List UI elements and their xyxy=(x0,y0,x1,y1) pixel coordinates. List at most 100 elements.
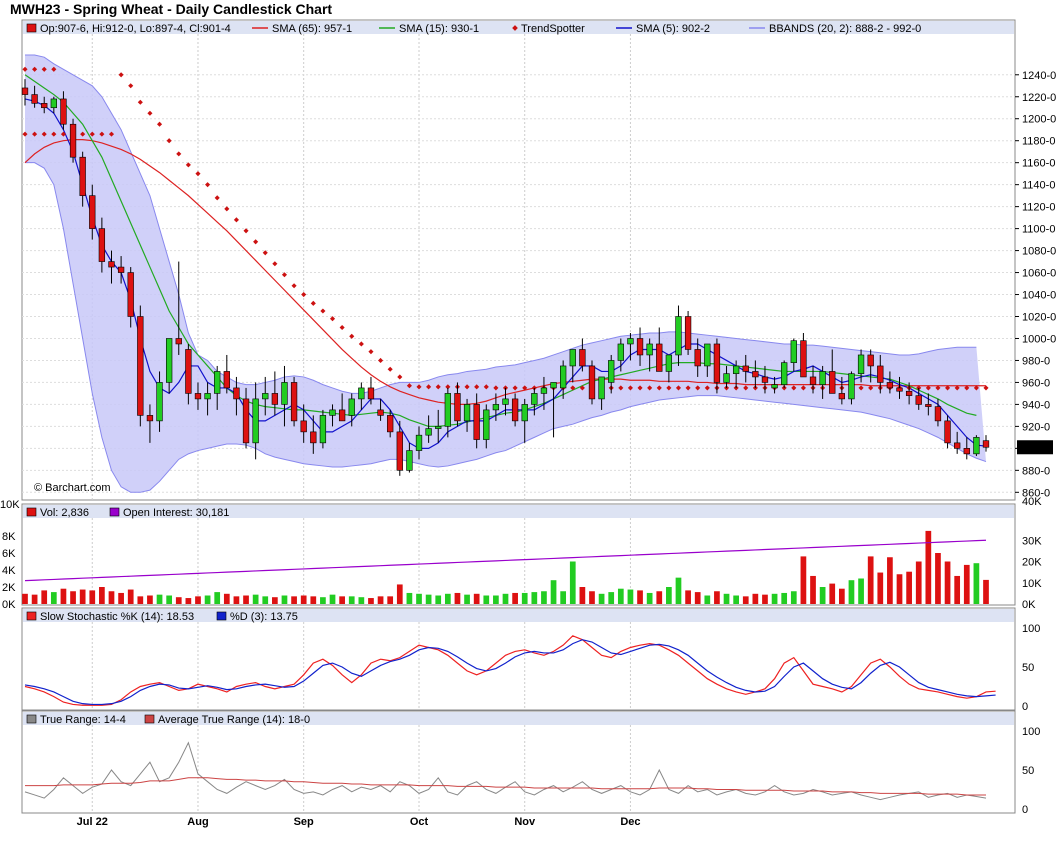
price-tick-label: 1080-0 xyxy=(1022,246,1056,258)
x-tick-label: Dec xyxy=(620,816,640,828)
volume-bar xyxy=(281,595,288,604)
price-tick-label: 1240-0 xyxy=(1022,70,1056,82)
volume-bar xyxy=(781,592,788,604)
volume-bar xyxy=(377,596,384,604)
volume-bar xyxy=(733,595,739,604)
vol-tick-label: 4K xyxy=(2,565,16,577)
candle-body xyxy=(732,365,740,374)
volume-bar xyxy=(233,596,240,604)
volume-bar xyxy=(79,589,86,604)
stoch-tick-label: 50 xyxy=(1022,662,1034,674)
volume-bar xyxy=(185,598,192,604)
barchart-watermark: © Barchart.com xyxy=(34,482,111,494)
volume-bar xyxy=(589,591,595,604)
volume-bar xyxy=(444,593,451,604)
volume-bar xyxy=(800,556,807,604)
chart-canvas[interactable]: Jul 22AugSepOctNovDec860-0880-0900-0920-… xyxy=(0,0,1060,851)
legend-swatch xyxy=(26,507,37,517)
candle-body xyxy=(89,195,96,229)
volume-bar xyxy=(656,591,663,604)
volume-bar xyxy=(598,593,605,604)
candle-body xyxy=(396,431,403,471)
panel-stoch xyxy=(21,607,1016,711)
candle-body xyxy=(252,398,259,444)
candle-body xyxy=(233,387,240,400)
candle-body xyxy=(79,156,86,196)
price-tick-label: 880-0 xyxy=(1022,465,1050,477)
volume-bar xyxy=(22,593,28,604)
legend-label: Average True Range (14): 18-0 xyxy=(158,714,310,726)
legend-swatch xyxy=(26,23,37,33)
price-tick-label: 1220-0 xyxy=(1022,92,1056,104)
tr-tick-label: 100 xyxy=(1022,726,1040,738)
legend-swatch xyxy=(26,611,37,621)
candle-body xyxy=(915,395,922,405)
volume-bar xyxy=(685,590,691,604)
legend-label: Slow Stochastic %K (14): 18.53 xyxy=(40,611,194,623)
candle-body xyxy=(656,343,663,372)
legend-label: SMA (15): 930-1 xyxy=(399,23,479,35)
candle-body xyxy=(973,437,980,455)
volume-bar xyxy=(300,595,307,604)
candle-body xyxy=(165,338,173,383)
candle-body xyxy=(415,434,423,451)
volume-bar xyxy=(339,596,345,604)
vol-tick-label: 8K xyxy=(2,531,16,543)
price-tick-label: 1100-0 xyxy=(1022,224,1055,236)
volume-bar xyxy=(464,594,470,604)
volume-bar xyxy=(406,592,413,604)
candle-body xyxy=(281,382,288,405)
candle-body xyxy=(319,415,327,444)
candle-body xyxy=(857,354,865,374)
candle-body xyxy=(704,343,711,367)
volume-bar xyxy=(906,571,912,604)
volume-bar xyxy=(41,590,48,604)
candle-body xyxy=(387,415,394,433)
candle-body xyxy=(867,354,874,367)
candle-body xyxy=(723,373,730,383)
volume-bar xyxy=(790,591,797,604)
volume-bar xyxy=(915,561,922,604)
candle-body xyxy=(588,365,596,400)
candle-body xyxy=(146,415,154,422)
volume-bar xyxy=(838,588,845,604)
legend-label: Open Interest: 30,181 xyxy=(123,507,229,519)
candle-body xyxy=(848,373,855,400)
volume-bar xyxy=(512,592,518,604)
candle-body xyxy=(300,420,307,433)
legend-swatch xyxy=(109,507,120,517)
oi-tick-label: 0K xyxy=(1022,599,1036,611)
candle-body xyxy=(886,382,894,389)
volume-bar xyxy=(60,588,67,604)
candle-body xyxy=(829,371,836,394)
candle-body xyxy=(925,404,932,407)
volume-bar xyxy=(243,595,249,604)
price-tick-label: 1040-0 xyxy=(1022,290,1056,302)
price-tick-label: 1200-0 xyxy=(1022,114,1056,126)
candle-body xyxy=(492,404,500,411)
candle-body xyxy=(550,382,557,389)
volume-bar xyxy=(887,557,893,604)
candle-body xyxy=(108,261,115,268)
volume-bar xyxy=(483,595,490,604)
candle-body xyxy=(819,371,826,385)
candle-body xyxy=(896,387,903,392)
oi-top-label: 40K xyxy=(1022,496,1042,508)
candle-body xyxy=(358,387,365,400)
candle-body xyxy=(838,393,846,400)
candle-body xyxy=(684,316,692,350)
volume-bar xyxy=(425,594,432,604)
volume-bar xyxy=(944,561,951,604)
volume-bar xyxy=(617,588,624,604)
volume-bar xyxy=(752,593,759,604)
candle-body xyxy=(194,393,202,400)
volume-bar xyxy=(569,561,576,604)
candle-body xyxy=(560,365,567,389)
candle-body xyxy=(377,409,384,416)
candle-body xyxy=(69,123,77,158)
candle-body xyxy=(262,393,269,400)
candle-body xyxy=(944,420,951,444)
candle-body xyxy=(781,362,788,385)
volume-bar xyxy=(531,592,538,604)
volume-bar xyxy=(829,583,836,604)
